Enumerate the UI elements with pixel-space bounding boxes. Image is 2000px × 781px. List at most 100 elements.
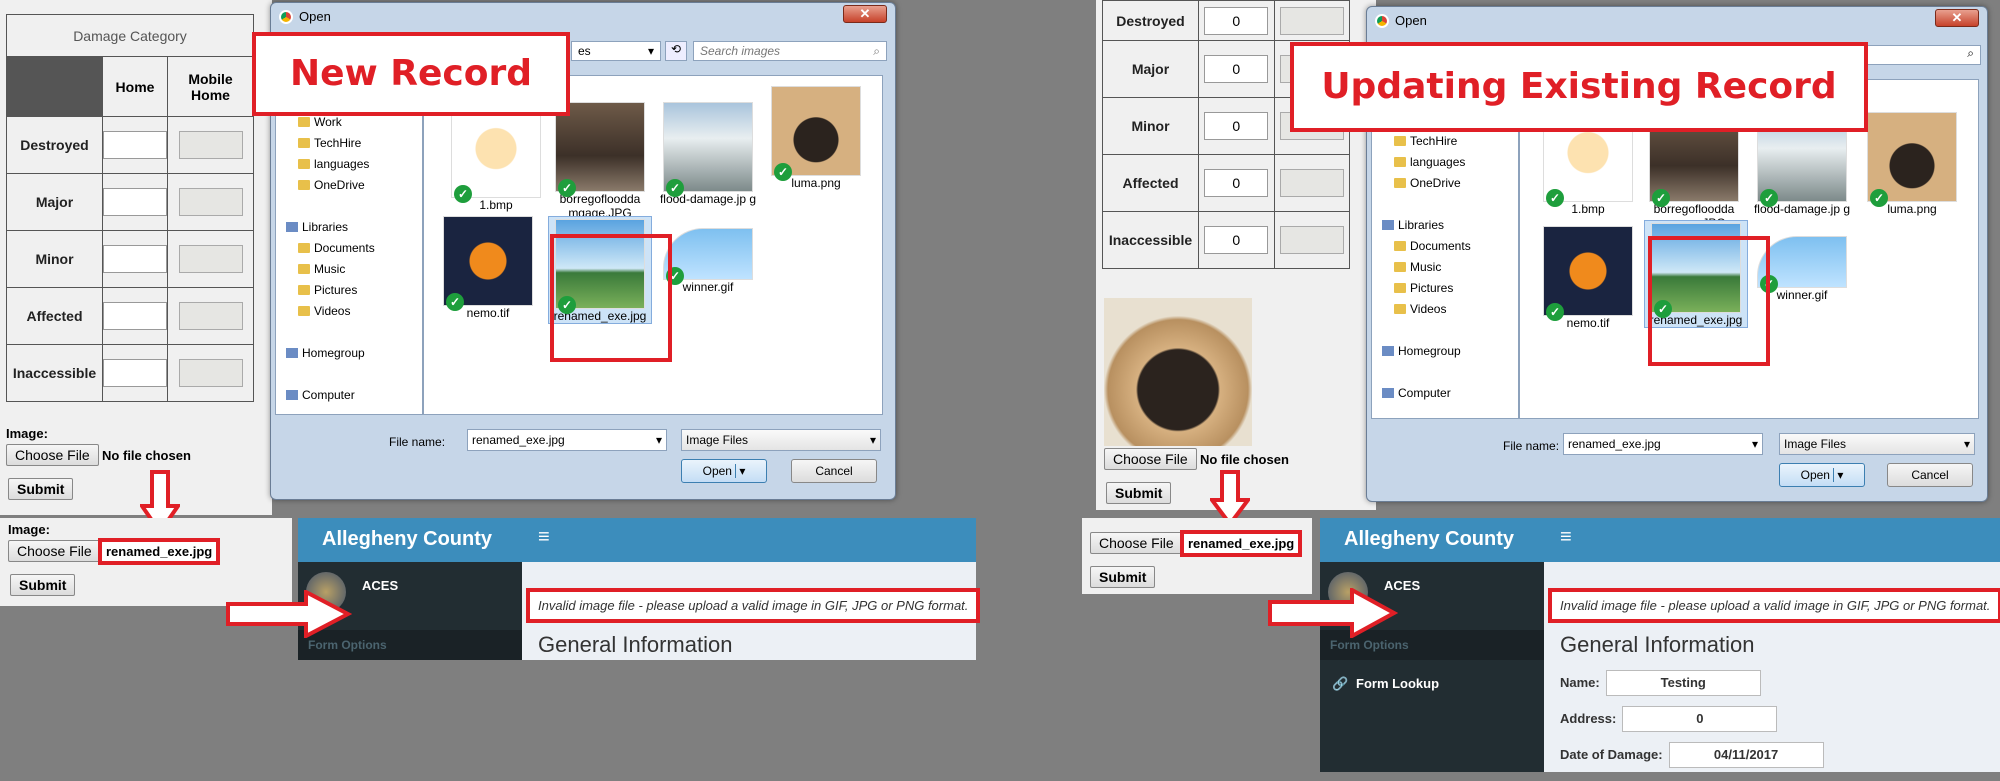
form-lookup-link[interactable]: 🔗 Form Lookup [1320, 666, 1544, 702]
r-filename-input[interactable]: renamed_exe.jpg ▾ [1563, 433, 1763, 455]
nav-videos[interactable]: Videos [276, 301, 422, 322]
dialog-title: Open [299, 9, 331, 24]
r-search-input[interactable]: ⌕ [1853, 45, 1981, 65]
r-choose-file-button[interactable]: Choose File [1104, 448, 1197, 470]
nav-onedrive[interactable]: OneDrive [276, 175, 422, 196]
r-file-luma[interactable]: ✓ luma.png [1862, 112, 1962, 216]
r-dialog-title: Open [1395, 13, 1427, 28]
home-destroyed-input[interactable] [103, 131, 167, 159]
filename-label: File name: [389, 435, 446, 449]
r-open-button[interactable]: Open ▾ [1779, 463, 1865, 487]
nav-pane: Work TechHire languages OneDrive Librari… [275, 75, 423, 415]
row-inaccessible: Inaccessible [6, 344, 103, 402]
r-filter-select[interactable]: Image Files ▾ [1779, 433, 1975, 455]
r-nav-music[interactable]: Music [1372, 257, 1518, 278]
nav-homegroup[interactable]: Homegroup [276, 343, 422, 364]
file-1bmp[interactable]: ✓ 1.bmp [446, 108, 546, 212]
form-options-label: Form Options [308, 638, 387, 652]
row-inaccessible-r: Inaccessible [1102, 211, 1199, 269]
r-after-submit-button[interactable]: Submit [1090, 566, 1156, 588]
r-menu-icon[interactable]: ≡ [1560, 526, 1572, 549]
refresh-icon[interactable]: ⟲ [665, 41, 687, 61]
date-label: Date of Damage: [1560, 747, 1663, 762]
search-input[interactable]: Search images ⌕ [693, 41, 887, 61]
r-after-choose-file-button[interactable]: Choose File [1090, 532, 1183, 554]
home-inaccessible-input[interactable] [103, 359, 167, 387]
file-winner[interactable]: ✓ winner.gif [658, 228, 758, 294]
r-mobile-inaccessible [1279, 226, 1344, 254]
nav-languages[interactable]: languages [276, 154, 422, 175]
row-destroyed: Destroyed [6, 116, 103, 174]
nav-music[interactable]: Music [276, 259, 422, 280]
row-affected-r: Affected [1102, 154, 1199, 212]
r-nav-videos[interactable]: Videos [1372, 299, 1518, 320]
r-nav-documents[interactable]: Documents [1372, 236, 1518, 257]
r-home-major[interactable]: 0 [1204, 55, 1269, 83]
right-arrow-icon [226, 590, 352, 638]
filename-input[interactable]: renamed_exe.jpg ▾ [467, 429, 667, 451]
r-section-title: General Information [1560, 632, 1755, 657]
row-minor-r: Minor [1102, 97, 1199, 155]
row-major-r: Major [1102, 40, 1199, 98]
close-button[interactable]: ✕ [843, 5, 887, 23]
open-button[interactable]: Open ▾ [681, 459, 767, 483]
home-affected-input[interactable] [103, 302, 167, 330]
right-selected-highlight [1648, 236, 1770, 366]
r-home-affected[interactable]: 0 [1204, 169, 1269, 197]
r-cancel-button[interactable]: Cancel [1887, 463, 1973, 487]
r-nav-libraries[interactable]: Libraries [1372, 215, 1518, 236]
r-file-nemo[interactable]: ✓ nemo.tif [1538, 226, 1638, 330]
r-nav-languages[interactable]: languages [1372, 152, 1518, 173]
menu-icon[interactable]: ≡ [538, 526, 550, 549]
after-choose-file-button[interactable]: Choose File [8, 540, 101, 562]
r-home-minor[interactable]: 0 [1204, 112, 1269, 140]
r-close-button[interactable]: ✕ [1935, 9, 1979, 27]
r-nav-computer[interactable]: Computer [1372, 383, 1518, 404]
r-home-destroyed[interactable]: 0 [1204, 6, 1269, 35]
r-nav-onedrive[interactable]: OneDrive [1372, 173, 1518, 194]
aces-header-left: Allegheny County ≡ [298, 518, 976, 562]
file-luma[interactable]: ✓ luma.png [766, 86, 866, 190]
home-major-input[interactable] [103, 188, 167, 216]
filter-select[interactable]: Image Files ▾ [681, 429, 881, 451]
image-label: Image: [6, 426, 48, 441]
date-field[interactable]: 04/11/2017 [1668, 742, 1824, 768]
nav-libraries[interactable]: Libraries [276, 217, 422, 238]
r-form-options-label: Form Options [1330, 638, 1409, 652]
row-destroyed-r: Destroyed [1102, 0, 1199, 41]
choose-file-button[interactable]: Choose File [6, 444, 99, 466]
home-minor-input[interactable] [103, 245, 167, 273]
r-right-arrow-icon [1268, 588, 1398, 638]
file-nemo[interactable]: ✓ nemo.tif [438, 216, 538, 320]
aces-app-name: ACES [362, 578, 399, 593]
brand-title: Allegheny County [322, 528, 493, 550]
file-flood-damage[interactable]: ✓ flood-damage.jp g [658, 102, 758, 206]
after-submit-button[interactable]: Submit [10, 574, 76, 596]
submit-button[interactable]: Submit [8, 478, 74, 500]
file-borrego[interactable]: ✓ borregofloodda mgage.JPG [550, 102, 650, 220]
row-affected: Affected [6, 287, 103, 345]
nav-pictures[interactable]: Pictures [276, 280, 422, 301]
existing-image-preview [1104, 298, 1252, 446]
r-submit-button[interactable]: Submit [1106, 482, 1172, 504]
address-bar[interactable]: es ▾ [571, 41, 661, 61]
r-nav-techhire[interactable]: TechHire [1372, 131, 1518, 152]
mobile-affected-input [178, 302, 243, 330]
error-message-left: Invalid image file - please upload a val… [526, 588, 981, 623]
mobile-inaccessible-input [178, 359, 243, 387]
aces-header-right: Allegheny County ≡ [1320, 518, 2000, 562]
cancel-button[interactable]: Cancel [791, 459, 877, 483]
r-nav-homegroup[interactable]: Homegroup [1372, 341, 1518, 362]
r-nav-pictures[interactable]: Pictures [1372, 278, 1518, 299]
name-field[interactable]: Testing [1605, 670, 1761, 696]
nav-techhire[interactable]: TechHire [276, 133, 422, 154]
section-title: General Information [538, 632, 733, 657]
address-field[interactable]: 0 [1622, 706, 1778, 732]
r-mobile-destroyed [1279, 6, 1344, 35]
nav-documents[interactable]: Documents [276, 238, 422, 259]
r-after-filename: renamed_exe.jpg [1180, 530, 1303, 557]
link-icon: 🔗 [1332, 676, 1349, 691]
nav-computer[interactable]: Computer [276, 385, 422, 406]
r-home-inaccessible[interactable]: 0 [1204, 226, 1269, 254]
chrome-icon [279, 10, 293, 24]
